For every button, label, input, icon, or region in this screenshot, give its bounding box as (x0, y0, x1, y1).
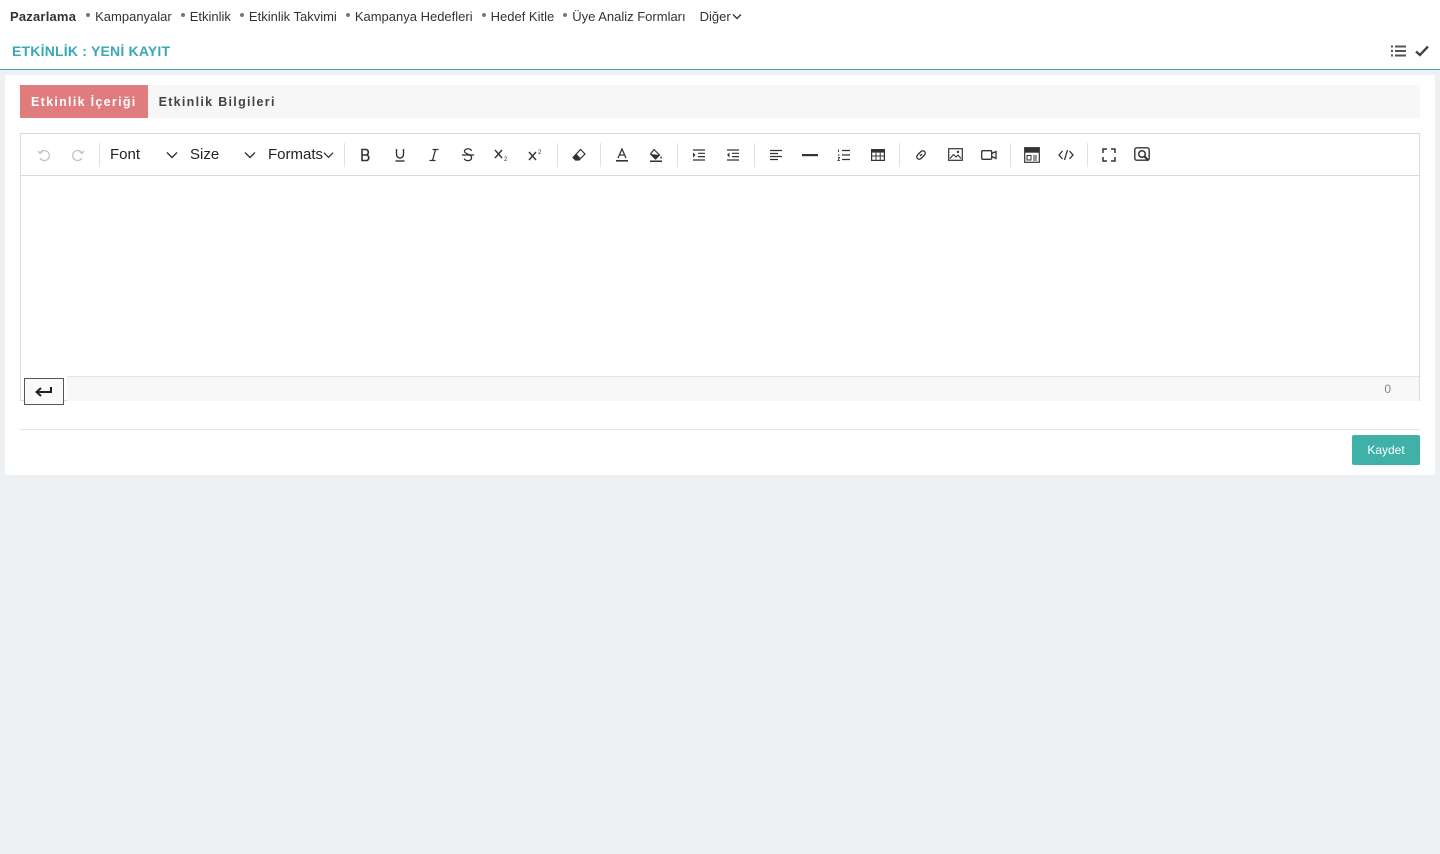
form-divider (20, 429, 1420, 430)
nav-more-dropdown[interactable]: Diğer (700, 9, 742, 24)
nav-item-label: Etkinlik (189, 9, 231, 24)
bullet-icon (239, 12, 244, 17)
chevron-down-icon (732, 14, 742, 20)
toolbar-separator (754, 142, 755, 167)
bullet-icon (345, 12, 350, 17)
toolbar-separator (1087, 142, 1088, 167)
toolbar-separator (677, 142, 678, 167)
size-dropdown-label: Size (190, 146, 220, 163)
toolbar-separator (600, 142, 601, 167)
indent-icon[interactable] (682, 140, 716, 170)
redo-icon[interactable] (61, 140, 95, 170)
bullet-icon (86, 12, 91, 17)
tab-bar: Etkinlik İçeriği Etkinlik Bilgileri (20, 85, 1420, 118)
toolbar-separator (899, 142, 900, 167)
rich-text-editor: Font Size Formats 2 2 0 (20, 133, 1420, 405)
chevron-down-icon (244, 151, 256, 158)
table-icon[interactable] (861, 140, 895, 170)
header-actions (1390, 43, 1430, 59)
eraser-icon[interactable] (562, 140, 596, 170)
page-title: ETKİNLİK : YENİ KAYIT (12, 43, 171, 59)
nav-item-etkinlik-takvimi[interactable]: Etkinlik Takvimi (239, 9, 337, 24)
check-icon[interactable] (1414, 43, 1430, 59)
svg-text:2: 2 (504, 157, 508, 162)
nav-item-kampanya-hedefleri[interactable]: Kampanya Hedefleri (345, 9, 473, 24)
nav-item-hedef-kitle[interactable]: Hedef Kitle (481, 9, 555, 24)
undo-icon[interactable] (27, 140, 61, 170)
char-counter: 0 (1384, 382, 1391, 396)
link-icon[interactable] (904, 140, 938, 170)
tab-etkinlik-bilgileri[interactable]: Etkinlik Bilgileri (148, 85, 287, 118)
italic-icon[interactable] (417, 140, 451, 170)
underline-icon[interactable] (383, 140, 417, 170)
nav-item-uye-analiz-formlari[interactable]: Üye Analiz Formları (563, 9, 686, 24)
code-view-icon[interactable] (1049, 140, 1083, 170)
subscript-icon[interactable]: 2 (485, 140, 519, 170)
nav-brand[interactable]: Pazarlama (10, 9, 76, 24)
font-dropdown-label: Font (110, 146, 141, 163)
page-header: ETKİNLİK : YENİ KAYIT (0, 33, 1440, 70)
list-icon[interactable] (1390, 43, 1406, 59)
outdent-icon[interactable] (716, 140, 750, 170)
toolbar-separator (344, 142, 345, 167)
nav-item-etkinlik[interactable]: Etkinlik (180, 9, 231, 24)
highlight-icon[interactable] (639, 140, 673, 170)
svg-text:2: 2 (538, 150, 542, 156)
size-dropdown[interactable]: Size (184, 140, 262, 170)
nav-item-label: Etkinlik Takvimi (248, 9, 337, 24)
bullet-icon (481, 12, 486, 17)
image-icon[interactable] (938, 140, 972, 170)
template-icon[interactable] (1015, 140, 1049, 170)
ordered-list-icon[interactable] (827, 140, 861, 170)
formats-dropdown-label: Formats (268, 146, 324, 163)
toolbar-separator (557, 142, 558, 167)
save-button[interactable]: Kaydet (1352, 435, 1420, 465)
nav-item-label: Üye Analiz Formları (572, 9, 686, 24)
nav-item-label: Hedef Kitle (490, 9, 555, 24)
video-icon[interactable] (972, 140, 1006, 170)
enter-icon (35, 386, 52, 397)
superscript-icon[interactable]: 2 (519, 140, 553, 170)
nav-item-label: Kampanya Hedefleri (354, 9, 473, 24)
toolbar-separator (1010, 142, 1011, 167)
editor-statusbar: 0 (67, 376, 1419, 401)
line-break-button[interactable] (24, 378, 64, 405)
align-left-icon[interactable] (759, 140, 793, 170)
editor-content-area[interactable] (21, 176, 1419, 376)
font-dropdown[interactable]: Font (104, 140, 184, 170)
formats-dropdown[interactable]: Formats (262, 140, 340, 170)
bold-icon[interactable] (349, 140, 383, 170)
strikethrough-icon[interactable] (451, 140, 485, 170)
font-color-icon[interactable] (605, 140, 639, 170)
content-card: Etkinlik İçeriği Etkinlik Bilgileri Font… (5, 75, 1435, 475)
chevron-down-icon (323, 151, 334, 158)
nav-item-kampanyalar[interactable]: Kampanyalar (86, 9, 172, 24)
toolbar-separator (99, 142, 100, 167)
horizontal-rule-icon[interactable] (793, 140, 827, 170)
top-nav: Pazarlama Kampanyalar Etkinlik Etkinlik … (0, 0, 1440, 33)
nav-item-label: Kampanyalar (95, 9, 172, 24)
fullscreen-icon[interactable] (1092, 140, 1126, 170)
bullet-icon (180, 12, 185, 17)
tab-etkinlik-icerigi[interactable]: Etkinlik İçeriği (20, 85, 148, 118)
bullet-icon (563, 12, 568, 17)
chevron-down-icon (166, 151, 178, 158)
editor-toolbar: Font Size Formats 2 2 (21, 134, 1419, 176)
nav-more-label: Diğer (699, 9, 731, 24)
preview-icon[interactable] (1126, 140, 1160, 170)
